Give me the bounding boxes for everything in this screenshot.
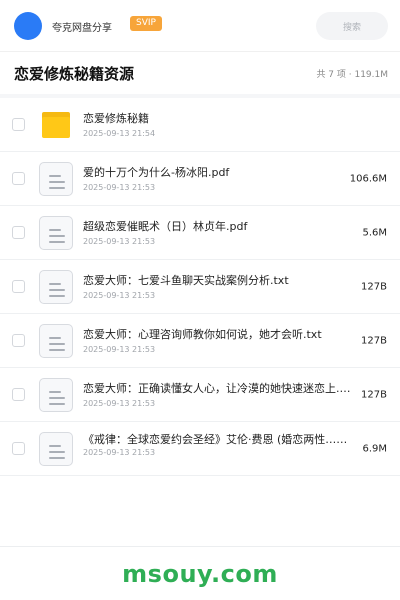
file-date: 2025-09-13 21:53 [83, 183, 156, 192]
site-watermark: msouy.com [122, 559, 278, 588]
list-item[interactable]: 恋爱大师：七爱斗鱼聊天实战案例分析.txt 2025-09-13 21:53 1… [0, 260, 400, 314]
file-size: 106.6M [349, 173, 387, 184]
file-name: 恋爱修炼秘籍 [83, 112, 149, 125]
file-size: 127B [361, 335, 387, 346]
file-name: 爱的十万个为什么-杨冰阳.pdf [83, 166, 230, 179]
list-item[interactable]: 《戒律：全球恋爱约会圣经》艾伦·费恩 (婚恋两性…… 2025-09-13 21… [0, 422, 400, 476]
file-name: 超级恋爱催眠术（日）林贞年.pdf [83, 220, 248, 233]
select-checkbox[interactable] [12, 226, 25, 239]
svip-badge: SVIP [130, 16, 162, 31]
file-name: 恋爱大师：七爱斗鱼聊天实战案例分析.txt [83, 274, 289, 287]
select-checkbox[interactable] [12, 442, 25, 455]
footer-banner: msouy.com [0, 546, 400, 600]
select-checkbox[interactable] [12, 334, 25, 347]
file-size: 6.9M [362, 443, 387, 454]
select-checkbox[interactable] [12, 388, 25, 401]
file-date: 2025-09-13 21:53 [83, 447, 156, 457]
file-date: 2025-09-13 21:53 [83, 345, 156, 354]
app-header: 夸克网盘分享 SVIP 搜索 [0, 0, 400, 52]
document-icon [38, 215, 74, 251]
document-icon [38, 269, 74, 305]
file-name: 《戒律：全球恋爱约会圣经》艾伦·费恩 (婚恋两性…… [83, 432, 348, 446]
document-icon [38, 161, 74, 197]
search-input[interactable]: 搜索 [316, 12, 388, 40]
page-title: 恋爱修炼秘籍资源 [14, 64, 135, 83]
file-size: 127B [361, 389, 387, 400]
file-list: 恋爱修炼秘籍 2025-09-13 21:54 爱的十万个为什么-杨冰阳.pdf… [0, 98, 400, 476]
list-item[interactable]: 恋爱大师：心理咨询师教你如何说，她才会听.txt 2025-09-13 21:5… [0, 314, 400, 368]
list-item[interactable]: 恋爱修炼秘籍 2025-09-13 21:54 [0, 98, 400, 152]
owner-name: 夸克网盘分享 [52, 23, 112, 34]
list-item[interactable]: 恋爱大师：正确读懂女人心，让冷漠的她快速迷恋上.t… 2025-09-13 21… [0, 368, 400, 422]
select-checkbox[interactable] [12, 118, 25, 131]
select-checkbox[interactable] [12, 172, 25, 185]
file-size: 5.6M [362, 227, 387, 238]
item-summary: 共 7 项 · 119.1M [316, 69, 388, 80]
folder-titlebar: 恋爱修炼秘籍资源 共 7 项 · 119.1M [0, 52, 400, 98]
file-date: 2025-09-13 21:53 [83, 399, 156, 408]
file-name: 恋爱大师：心理咨询师教你如何说，她才会听.txt [83, 328, 322, 341]
document-icon [38, 431, 74, 467]
file-name: 恋爱大师：正确读懂女人心，让冷漠的她快速迷恋上.t… [83, 382, 351, 395]
list-item[interactable]: 爱的十万个为什么-杨冰阳.pdf 2025-09-13 21:53 106.6M [0, 152, 400, 206]
file-size: 127B [361, 281, 387, 292]
file-date: 2025-09-13 21:53 [83, 291, 156, 300]
document-icon [38, 323, 74, 359]
avatar[interactable] [14, 11, 42, 40]
file-date: 2025-09-13 21:54 [83, 129, 156, 138]
folder-icon [38, 107, 74, 143]
file-date: 2025-09-13 21:53 [83, 237, 156, 246]
document-icon [38, 377, 74, 413]
list-item[interactable]: 超级恋爱催眠术（日）林贞年.pdf 2025-09-13 21:53 5.6M [0, 206, 400, 260]
select-checkbox[interactable] [12, 280, 25, 293]
